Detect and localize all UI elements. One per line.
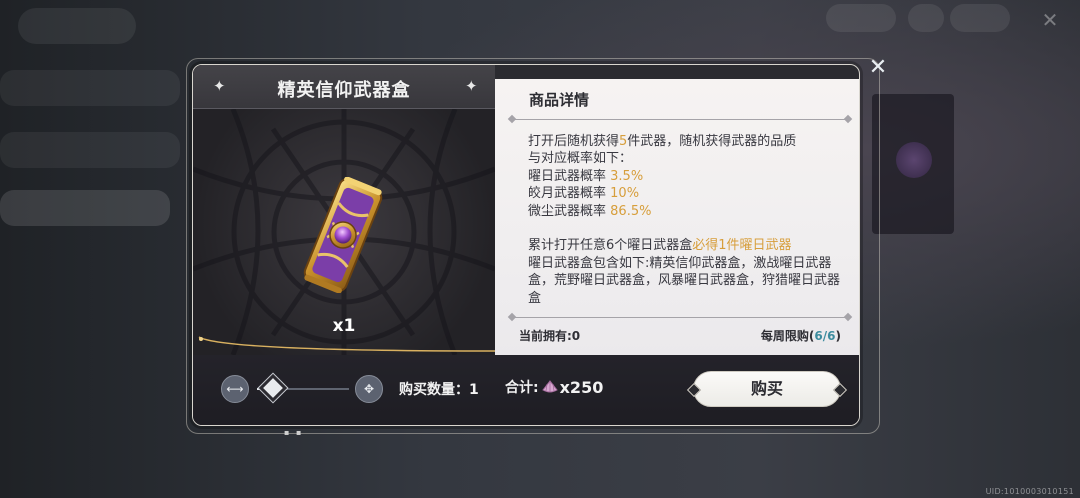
- close-icon[interactable]: ✕: [866, 56, 890, 80]
- details-header: 商品详情: [529, 91, 590, 109]
- uid-label: UID:1010003010151: [985, 487, 1074, 496]
- rate-row: 曜日武器概率 3.5%: [528, 168, 644, 184]
- purchase-bar: ⟷ ✥ 购买数量：1 合计: x250 购买: [193, 355, 859, 425]
- total-cost: 合计: x250: [505, 377, 604, 397]
- item-preview-panel: ✦ 精英信仰武器盒 ✦ x1: [193, 65, 495, 355]
- currency-pill-blurred: [826, 4, 896, 32]
- back-button-area: [18, 8, 136, 44]
- buy-quantity: 购买数量：1: [399, 382, 479, 398]
- background-item-card: [872, 94, 954, 234]
- currency-pill-blurred-3: [950, 4, 1010, 32]
- shell-currency-icon: [541, 380, 558, 393]
- background-close-icon: ✕: [1041, 8, 1059, 32]
- divider-bottom: [511, 317, 849, 318]
- maximum-icon[interactable]: ✥: [355, 375, 383, 403]
- contents-line: 曜日武器盒包含如下:精英信仰武器盒，激战曜日武器盒，荒野曜日武器盒，风暴曜日武器…: [528, 255, 841, 305]
- rate-row: 皎月武器概率 10%: [528, 186, 640, 202]
- side-menu-blurred-1: [0, 70, 180, 106]
- minimum-icon[interactable]: ⟷: [221, 375, 249, 403]
- owned-count: 当前拥有:0: [519, 329, 581, 343]
- decorative-dots: ▪ ▪: [284, 428, 304, 437]
- weekly-limit: 每周限购(6/6): [760, 329, 841, 343]
- desc-line-1: 打开后随机获得5件武器，随机获得武器的品质: [528, 134, 797, 149]
- divider-top: [511, 119, 849, 120]
- item-title: 精英信仰武器盒: [277, 80, 411, 101]
- item-details-panel: 商品详情 打开后随机获得5件武器，随机获得武器的品质 与对应概率如下： 曜日武器…: [495, 79, 859, 355]
- item-title-bar: ✦ 精英信仰武器盒 ✦: [193, 65, 495, 109]
- buy-button[interactable]: 购买: [693, 371, 841, 407]
- weekly-limit-count: 6/6: [814, 329, 836, 343]
- rate-row: 微尘武器概率 86.5%: [528, 203, 652, 219]
- desc-line-2: 与对应概率如下：: [528, 151, 633, 167]
- side-menu-blurred-2: [0, 132, 180, 168]
- currency-pill-blurred-2: [908, 4, 944, 32]
- sparkle-icon: ✦: [465, 77, 478, 95]
- purchase-dialog: ✦ 精英信仰武器盒 ✦ x1 商品详情 打开后随机获得5件武器，随机获得武器的品…: [192, 64, 860, 426]
- weapon-box-icon: [293, 176, 393, 294]
- side-menu-blurred-3: [0, 190, 170, 226]
- quantity-slider-knob[interactable]: [258, 373, 288, 403]
- guarantee-line: 累计打开任意6个曜日武器盒必得1件曜日武器: [528, 238, 792, 254]
- item-description[interactable]: 打开后随机获得5件武器，随机获得武器的品质 与对应概率如下： 曜日武器概率 3.…: [528, 133, 844, 305]
- gold-accent-line: [198, 336, 495, 352]
